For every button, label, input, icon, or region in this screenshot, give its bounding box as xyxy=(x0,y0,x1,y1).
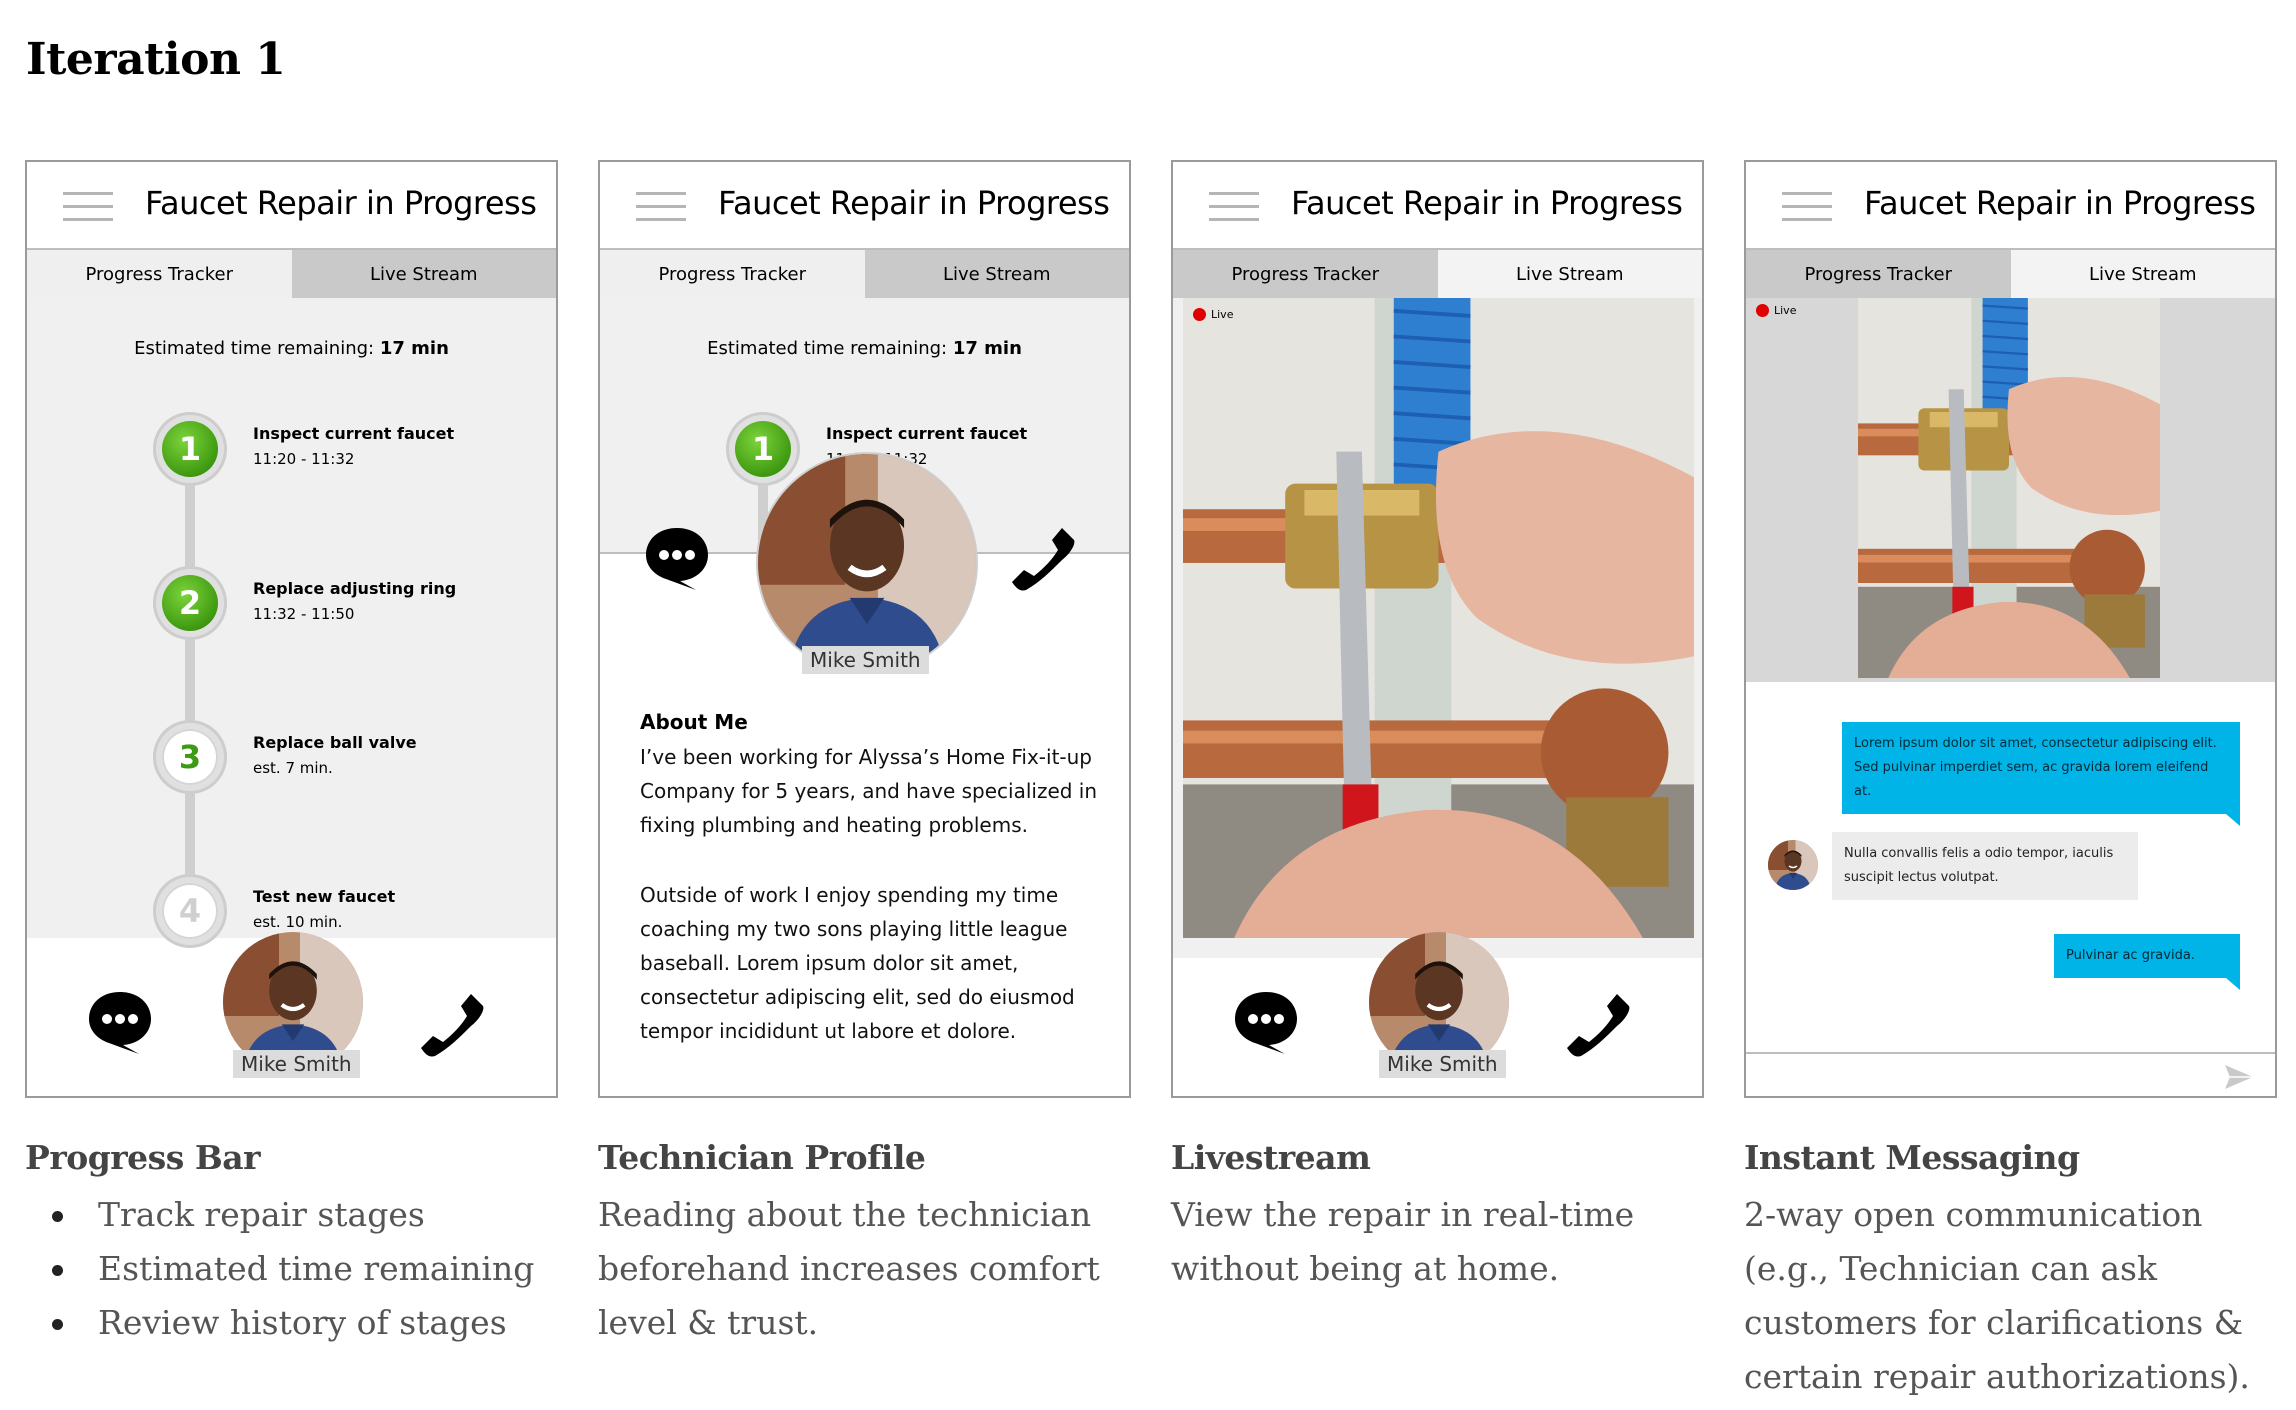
step-1-circle[interactable]: 1 xyxy=(153,412,227,486)
app-header: Faucet Repair in Progress xyxy=(1173,162,1702,250)
message-bubble-sent: Pulvinar ac gravida. xyxy=(2054,934,2240,990)
livestream-screen: Faucet Repair in Progress Progress Track… xyxy=(1171,160,1704,1098)
app-header: Faucet Repair in Progress xyxy=(600,162,1129,250)
technician-avatar[interactable] xyxy=(1768,840,1818,890)
tab-bar: Progress Tracker Live Stream xyxy=(1173,250,1702,298)
tab-progress-tracker[interactable]: Progress Tracker xyxy=(1173,250,1438,298)
step-1-time: 11:20 - 11:32 xyxy=(253,450,355,468)
eta-text: Estimated time remaining: 17 min xyxy=(134,338,449,359)
tab-progress-tracker[interactable]: Progress Tracker xyxy=(27,250,292,298)
send-icon[interactable] xyxy=(2224,1064,2254,1090)
header-title: Faucet Repair in Progress xyxy=(1291,184,1683,222)
hamburger-icon[interactable] xyxy=(636,192,686,222)
step-3-circle[interactable]: 3 xyxy=(153,720,227,794)
progress-area: Estimated time remaining: 17 min 1 Inspe… xyxy=(27,298,556,948)
technician-name: Mike Smith xyxy=(233,1050,360,1078)
chat-bubble-icon[interactable] xyxy=(87,988,153,1054)
live-dot-icon xyxy=(1756,304,1769,317)
technician-name: Mike Smith xyxy=(1379,1050,1506,1078)
technician-bar: Mike Smith xyxy=(1173,958,1702,1096)
progress-tracker-screen: Faucet Repair in Progress Progress Track… xyxy=(25,160,558,1098)
phone-icon[interactable] xyxy=(419,992,485,1058)
page-title: Iteration 1 xyxy=(26,34,286,85)
tab-bar: Progress Tracker Live Stream xyxy=(27,250,556,298)
tab-bar: Progress Tracker Live Stream xyxy=(1746,250,2275,298)
tab-progress-tracker[interactable]: Progress Tracker xyxy=(600,250,865,298)
header-title: Faucet Repair in Progress xyxy=(718,184,1110,222)
caption-text-technician-profile: Reading about the technician beforehand … xyxy=(598,1195,1100,1342)
step-2-time: 11:32 - 11:50 xyxy=(253,605,355,623)
caption-text-instant-messaging: 2-way open communication (e.g., Technici… xyxy=(1744,1195,2250,1396)
step-4-circle[interactable]: 4 xyxy=(153,874,227,948)
livestream-area: Live xyxy=(1173,298,1702,958)
livestream-video[interactable] xyxy=(1858,298,2160,678)
app-header: Faucet Repair in Progress xyxy=(1746,162,2275,250)
header-title: Faucet Repair in Progress xyxy=(145,184,537,222)
message-bubble-sent: Lorem ipsum dolor sit amet, consectetur … xyxy=(1842,722,2240,826)
step-2-title: Replace adjusting ring xyxy=(253,579,457,598)
step-4-time: est. 10 min. xyxy=(253,913,343,931)
instant-messaging-screen: Faucet Repair in Progress Progress Track… xyxy=(1744,160,2277,1098)
step-2-circle[interactable]: 2 xyxy=(153,566,227,640)
caption-title-instant-messaging: Instant Messaging xyxy=(1744,1138,2080,1177)
caption-list-progress-bar: Track repair stages Estimated time remai… xyxy=(25,1188,534,1350)
livestream-mini-area: Live xyxy=(1746,298,2275,682)
tab-live-stream[interactable]: Live Stream xyxy=(1437,250,1702,298)
step-1-title: Inspect current faucet xyxy=(826,424,1028,443)
tab-progress-tracker[interactable]: Progress Tracker xyxy=(1746,250,2011,298)
hamburger-icon[interactable] xyxy=(1209,192,1259,222)
tab-live-stream[interactable]: Live Stream xyxy=(864,250,1129,298)
technician-name: Mike Smith xyxy=(802,646,929,674)
caption-title-technician-profile: Technician Profile xyxy=(598,1138,926,1177)
step-3-time: est. 7 min. xyxy=(253,759,333,777)
list-item: Estimated time remaining xyxy=(25,1242,534,1296)
caption-title-livestream: Livestream xyxy=(1171,1138,1371,1177)
message-bubble-received: Nulla convallis felis a odio tempor, iac… xyxy=(1832,832,2138,900)
eta-text: Estimated time remaining: 17 min xyxy=(707,338,1022,359)
about-paragraph-1: I’ve been working for Alyssa’s Home Fix-… xyxy=(640,745,1098,837)
technician-profile-screen: Faucet Repair in Progress Progress Track… xyxy=(598,160,1131,1098)
livestream-video[interactable] xyxy=(1183,298,1694,938)
progress-line xyxy=(185,448,195,908)
live-indicator: Live xyxy=(1756,304,1796,317)
caption-title-progress-bar: Progress Bar xyxy=(25,1138,260,1177)
list-item: Track repair stages xyxy=(25,1188,534,1242)
step-4-title: Test new faucet xyxy=(253,887,396,906)
hamburger-icon[interactable] xyxy=(63,192,113,222)
step-1-title: Inspect current faucet xyxy=(253,424,455,443)
caption-text-livestream: View the repair in real-time without bei… xyxy=(1171,1195,1635,1288)
chat-bubble-icon[interactable] xyxy=(1233,988,1299,1054)
phone-icon[interactable] xyxy=(1010,526,1076,592)
live-dot-icon xyxy=(1193,308,1206,321)
phone-icon[interactable] xyxy=(1565,992,1631,1058)
tab-live-stream[interactable]: Live Stream xyxy=(2010,250,2275,298)
technician-avatar[interactable] xyxy=(758,454,976,672)
tab-bar: Progress Tracker Live Stream xyxy=(600,250,1129,298)
app-header: Faucet Repair in Progress xyxy=(27,162,556,250)
about-heading: About Me xyxy=(640,710,748,734)
list-item: Review history of stages xyxy=(25,1296,534,1350)
step-1-circle[interactable]: 1 xyxy=(726,412,800,486)
about-paragraph-2: Outside of work I enjoy spending my time… xyxy=(640,883,1075,1043)
message-input[interactable] xyxy=(1746,1054,2275,1096)
chat-bubble-icon[interactable] xyxy=(644,524,710,590)
live-indicator: Live xyxy=(1193,308,1233,321)
technician-bar: Mike Smith xyxy=(27,958,556,1096)
hamburger-icon[interactable] xyxy=(1782,192,1832,222)
step-3-title: Replace ball valve xyxy=(253,733,417,752)
tab-live-stream[interactable]: Live Stream xyxy=(291,250,556,298)
header-title: Faucet Repair in Progress xyxy=(1864,184,2256,222)
